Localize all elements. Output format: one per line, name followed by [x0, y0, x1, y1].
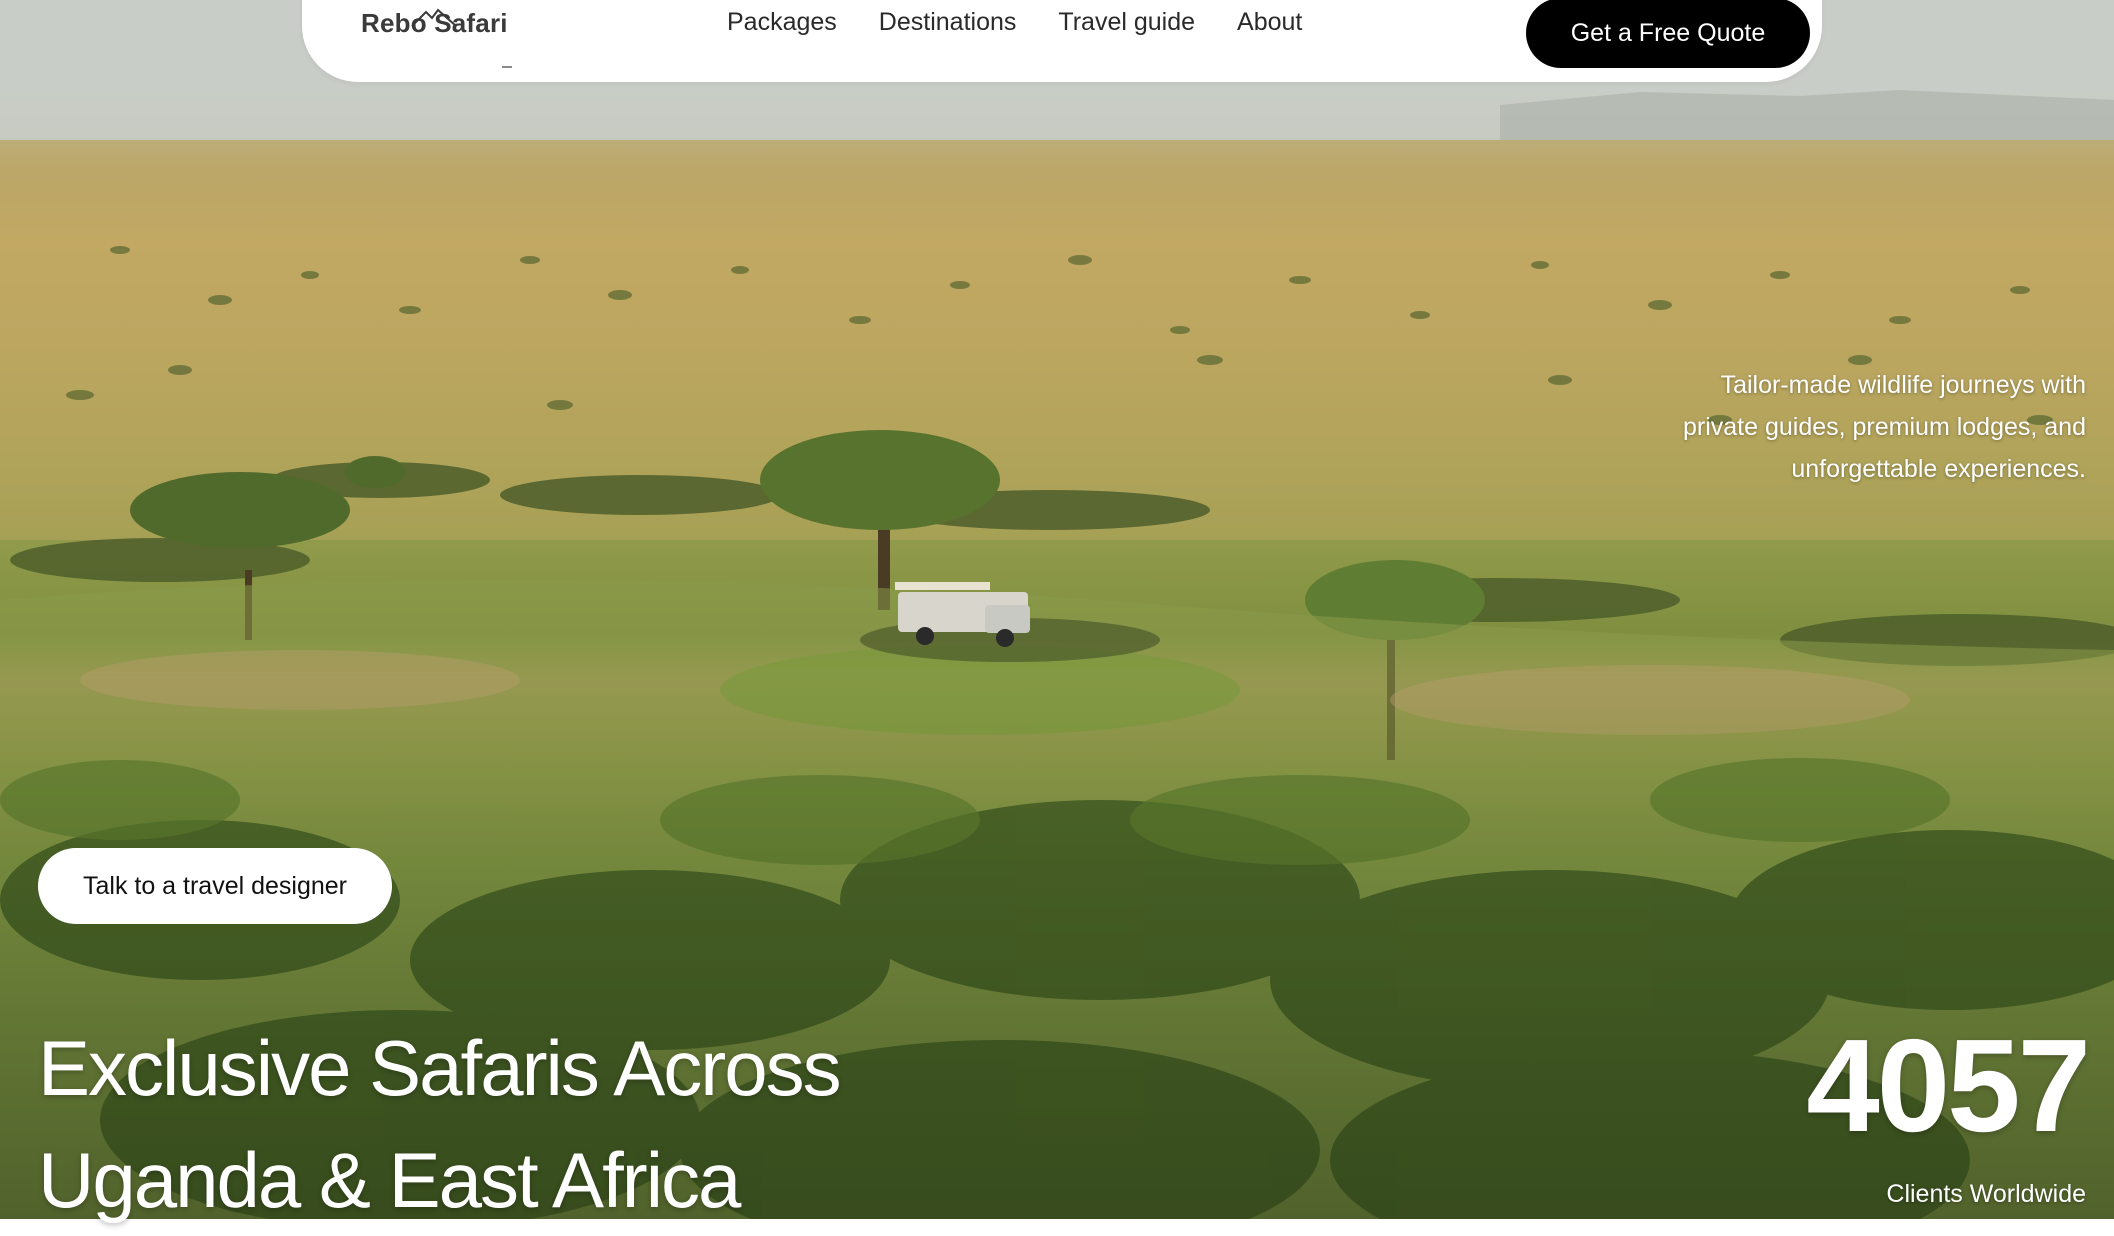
- nav-link-packages[interactable]: Packages: [727, 8, 837, 37]
- get-free-quote-button[interactable]: Get a Free Quote: [1526, 0, 1810, 68]
- clients-count: 4057: [1806, 1012, 2091, 1159]
- hero-headline: Exclusive Safaris Across Uganda & East A…: [38, 1012, 842, 1236]
- main-nav: Packages Destinations Travel guide About: [727, 8, 1302, 37]
- hero-tagline: Tailor-made wildlife journeys with priva…: [1682, 371, 2086, 483]
- mountain-roof-icon: [411, 8, 457, 27]
- logo-underline: [502, 66, 512, 68]
- talk-to-travel-designer-button[interactable]: Talk to a travel designer: [38, 848, 392, 924]
- clients-count-label: Clients Worldwide: [1886, 1180, 2086, 1208]
- top-navbar: Rebo Safari Packages Destinations Travel…: [302, 0, 1822, 82]
- hero-headline-line1: Exclusive Safaris Across: [38, 1024, 842, 1112]
- hero-headline-line2: Uganda & East Africa: [38, 1136, 741, 1224]
- nav-link-travel-guide[interactable]: Travel guide: [1058, 8, 1195, 37]
- nav-link-destinations[interactable]: Destinations: [879, 8, 1017, 37]
- nav-link-about[interactable]: About: [1237, 8, 1302, 37]
